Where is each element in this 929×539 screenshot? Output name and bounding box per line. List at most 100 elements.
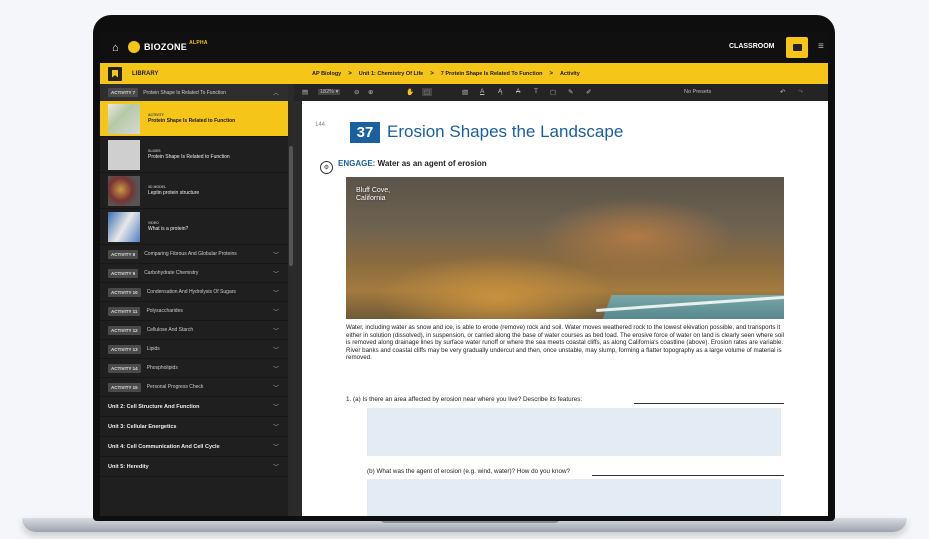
resource-item-activity[interactable]: ACTIVITY Protein Shape Is Related to Fun… [100, 101, 288, 137]
activity-item[interactable]: ACTIVITY 11 Polysaccharides ﹀ [100, 302, 288, 321]
strikethrough-icon[interactable]: A [516, 88, 520, 95]
activity-badge: ACTIVITY 9 [108, 268, 139, 278]
activity-item[interactable]: ACTIVITY 10 Condensation And Hydrolysis O… [100, 283, 288, 302]
zoom-in-icon[interactable]: ⊕ [368, 88, 373, 96]
question-1b: (b) What was the agent of erosion (e.g. … [367, 468, 571, 475]
activity-title: Carbohydrate Chemistry [144, 270, 199, 276]
library-sidebar: ACTIVITY 7 Protein Shape Is Related To F… [100, 84, 288, 516]
resource-thumbnail [108, 175, 140, 206]
page-number: 144 [315, 122, 326, 128]
presets-select[interactable]: No Presets [684, 89, 711, 95]
activity-title: Condensation And Hydrolysis Of Sugars [146, 289, 236, 295]
hamburger-menu-icon[interactable]: ≡ [818, 42, 824, 52]
resource-kind: 3D MODEL [148, 185, 167, 189]
page-icon[interactable]: ▤ [302, 88, 308, 96]
zoom-value: 182% [320, 89, 335, 95]
logo-text: BIOZONE [144, 42, 188, 52]
breadcrumb-course[interactable]: AP Biology [312, 71, 341, 77]
unit-item[interactable]: Unit 2: Cell Structure And Function ﹀ [100, 397, 288, 417]
activity-item[interactable]: ACTIVITY 8 Comparing Fibrous And Globular… [100, 245, 288, 264]
activity-title: Lipids [146, 346, 160, 352]
breadcrumb-topic[interactable]: 7 Protein Shape Is Related To Function [441, 71, 543, 77]
activity-title: Phospholipids [146, 365, 178, 371]
squiggly-icon[interactable]: Ą [498, 88, 502, 95]
activity-badge: ACTIVITY 10 [108, 287, 141, 297]
rectangle-icon[interactable]: ▢ [550, 88, 556, 96]
undo-icon[interactable]: ↶ [780, 88, 785, 96]
unit-item[interactable]: Unit 3: Cellular Energetics ﹀ [100, 417, 288, 437]
activity-title: Polysaccharides [146, 308, 183, 314]
breadcrumb: AP Biology > Unit 1: Chemistry Of Life >… [288, 63, 828, 84]
activity-badge: ACTIVITY 13 [108, 344, 141, 354]
book-view-button[interactable] [786, 37, 808, 58]
home-icon[interactable]: ⌂ [112, 42, 119, 54]
breadcrumb-separator: > [430, 70, 434, 77]
bookmark-icon [108, 66, 122, 81]
activity-badge: ACTIVITY 15 [108, 382, 141, 392]
resource-item-video[interactable]: VIDEO What is a protein? [100, 209, 288, 245]
activity-badge: ACTIVITY 7 [108, 88, 139, 97]
breadcrumb-unit[interactable]: Unit 1: Chemistry Of Life [359, 71, 423, 77]
classroom-button[interactable]: CLASSROOM [729, 43, 775, 50]
zoom-out-icon[interactable]: ⊖ [354, 88, 359, 96]
activity-item[interactable]: ACTIVITY 15 Personal Progress Check ﹀ [100, 378, 288, 397]
chevron-down-icon: ﹀ [272, 465, 279, 471]
highlight-icon[interactable]: ▧ [462, 88, 468, 96]
redo-icon[interactable]: ↷ [798, 88, 803, 96]
underline-icon[interactable]: A [480, 88, 484, 95]
document-viewer[interactable]: 144 37 Erosion Shapes the Landscape ⚙ EN… [294, 101, 828, 516]
resource-kind: SLIDES [148, 149, 161, 153]
engage-text: Water as an agent of erosion [377, 159, 487, 168]
chevron-down-icon: ﹀ [272, 366, 279, 373]
resource-thumbnail [108, 139, 140, 170]
photo-caption-line2: California [356, 195, 386, 202]
select-tool-icon[interactable]: ⬚ [422, 88, 433, 96]
resource-title: Leptin protein structure [148, 190, 200, 196]
biozone-logo[interactable]: BIOZONE ALPHA [128, 40, 208, 53]
zoom-select[interactable]: 182% ▾ [318, 89, 341, 95]
chevron-down-icon: ﹀ [272, 405, 279, 411]
activity-number: 37 [350, 122, 380, 143]
current-activity-title: Protein Shape Is Related To Function [143, 89, 226, 96]
chevron-down-icon: ﹀ [272, 309, 279, 316]
scrollbar-thumb[interactable] [289, 146, 293, 266]
resource-thumbnail [108, 211, 140, 242]
chevron-down-icon: ﹀ [272, 425, 279, 431]
current-activity-header[interactable]: ACTIVITY 7 Protein Shape Is Related To F… [100, 84, 288, 101]
answer-box-1a[interactable] [367, 408, 781, 456]
answer-line [592, 475, 784, 476]
text-tool-icon[interactable]: T [534, 88, 538, 95]
activity-title: Comparing Fibrous And Globular Proteins [144, 251, 237, 257]
library-header[interactable]: LIBRARY [100, 63, 288, 84]
activity-title: Cellulose And Starch [146, 327, 194, 333]
eraser-icon[interactable]: ✐ [586, 88, 591, 96]
app-screen: ⌂ BIOZONE ALPHA CLASSROOM ≡ LIBRARY AP B… [100, 32, 828, 516]
hand-tool-icon[interactable]: ✋ [406, 88, 414, 96]
chevron-up-icon: ︿ [272, 91, 279, 97]
answer-box-1b[interactable] [367, 479, 781, 516]
unit-title: Unit 5: Heredity [108, 463, 149, 470]
activity-item[interactable]: ACTIVITY 13 Lipids ﹀ [100, 340, 288, 359]
photo-caption: Bluff Cove, California [356, 187, 390, 203]
breadcrumb-activity[interactable]: Activity [560, 71, 580, 77]
activity-item[interactable]: ACTIVITY 14 Phospholipids ﹀ [100, 359, 288, 378]
chevron-down-icon: ﹀ [272, 290, 279, 297]
page-title: Erosion Shapes the Landscape [387, 122, 624, 141]
document-toolbar: ▤ 182% ▾ ⊖ ⊕ ✋ ⬚ ▧ A Ą A T ▢ ✎ ✐ No Pres… [294, 84, 828, 101]
laptop-mockup: ⌂ BIOZONE ALPHA CLASSROOM ≡ LIBRARY AP B… [0, 0, 929, 539]
answer-line [634, 403, 784, 404]
resource-item-3d-model[interactable]: 3D MODEL Leptin protein structure [100, 173, 288, 209]
activity-badge: ACTIVITY 12 [108, 325, 141, 335]
top-bar: ⌂ BIOZONE ALPHA CLASSROOM ≡ [100, 32, 828, 63]
pen-icon[interactable]: ✎ [568, 88, 573, 96]
cliff-photo: Bluff Cove, California [346, 177, 784, 319]
photo-caption-line1: Bluff Cove, [356, 187, 391, 194]
resource-item-slides[interactable]: SLIDES Protein Shape Is Related to Funct… [100, 137, 288, 173]
unit-item[interactable]: Unit 5: Heredity ﹀ [100, 457, 288, 477]
unit-item[interactable]: Unit 4: Cell Communication And Cell Cycl… [100, 437, 288, 457]
engage-label: ENGAGE: [338, 159, 376, 168]
activity-item[interactable]: ACTIVITY 9 Carbohydrate Chemistry ﹀ [100, 264, 288, 283]
book-icon [792, 44, 802, 51]
activity-badge: ACTIVITY 8 [108, 249, 139, 259]
activity-item[interactable]: ACTIVITY 12 Cellulose And Starch ﹀ [100, 321, 288, 340]
